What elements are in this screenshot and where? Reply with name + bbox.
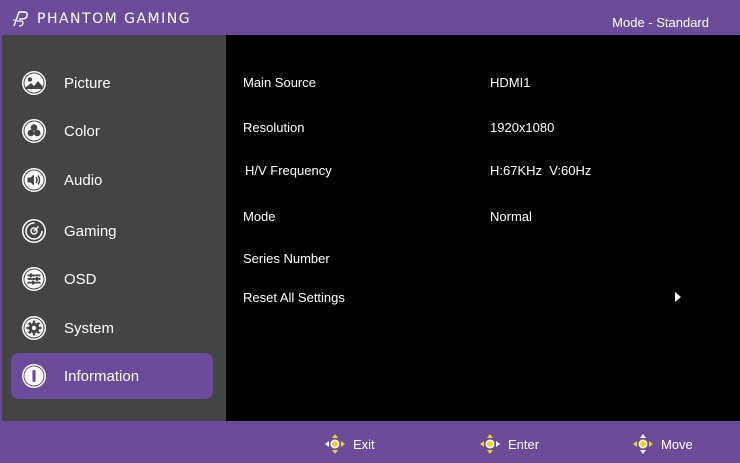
- system-icon: [22, 316, 46, 340]
- sidebar-item-osd[interactable]: OSD: [11, 256, 213, 302]
- enter-label: Enter: [508, 436, 540, 452]
- color-icon: [22, 119, 46, 143]
- chevron-right-icon[interactable]: [675, 292, 681, 302]
- resolution-value: 1920x1080: [490, 120, 555, 135]
- main-source-value: HDMI1: [490, 75, 531, 90]
- sidebar-item-color[interactable]: Color: [11, 108, 213, 154]
- hv-frequency-value: H:67KHz V:60Hz: [490, 163, 592, 178]
- sidebar-item-system[interactable]: System: [11, 305, 213, 351]
- osd-footer: Exit Enter Move: [1, 421, 740, 463]
- sidebar-item-label: OSD: [64, 270, 97, 288]
- brand-name: PHANTOM GAMING: [37, 11, 192, 27]
- sidebar-item-label: Audio: [64, 171, 103, 189]
- sidebar-item-label: Color: [64, 122, 100, 140]
- exit-label: Exit: [353, 436, 375, 452]
- osd-icon: [22, 267, 46, 291]
- sidebar-item-information[interactable]: Information: [11, 353, 213, 399]
- brand: PHANTOM GAMING: [11, 9, 191, 29]
- audio-icon: [22, 168, 46, 192]
- exit-hint: Exit: [323, 432, 375, 456]
- series-number-label: Series Number: [243, 251, 330, 266]
- osd-header: PHANTOM GAMING Mode - Standard: [1, 1, 740, 35]
- mode-value: Normal: [490, 209, 532, 224]
- mode-label: Mode: [243, 209, 276, 224]
- sidebar-item-label: Gaming: [64, 222, 117, 240]
- joystick-left-icon: [325, 434, 345, 454]
- sidebar-item-gaming[interactable]: Gaming: [11, 208, 213, 254]
- information-icon: [22, 364, 46, 388]
- reset-all-settings-button[interactable]: Reset All Settings: [243, 290, 345, 305]
- current-mode-label: Mode - Standard: [612, 15, 709, 30]
- sidebar-item-label: Picture: [64, 74, 111, 92]
- phantom-gaming-logo-icon: [13, 11, 28, 27]
- monitor-osd: PHANTOM GAMING Mode - Standard Picture C…: [0, 0, 740, 463]
- joystick-right-icon: [480, 434, 500, 454]
- joystick-updown-icon: [633, 434, 653, 454]
- picture-icon: [22, 71, 46, 95]
- move-label: Move: [661, 436, 693, 452]
- information-panel: Main Source HDMI1 Resolution 1920x1080 H…: [226, 35, 740, 421]
- move-hint: Move: [631, 432, 693, 456]
- sidebar-item-label: System: [64, 319, 115, 337]
- osd-sidebar-menu: Picture Color Audio Gaming OSD System In…: [1, 35, 226, 421]
- main-source-label: Main Source: [243, 75, 316, 90]
- enter-hint: Enter: [478, 432, 539, 456]
- resolution-label: Resolution: [243, 120, 305, 135]
- sidebar-item-picture[interactable]: Picture: [11, 60, 213, 106]
- sidebar-item-label: Information: [64, 367, 140, 385]
- sidebar-item-audio[interactable]: Audio: [11, 157, 213, 203]
- gaming-icon: [22, 219, 46, 243]
- hv-frequency-label: H/V Frequency: [245, 163, 332, 178]
